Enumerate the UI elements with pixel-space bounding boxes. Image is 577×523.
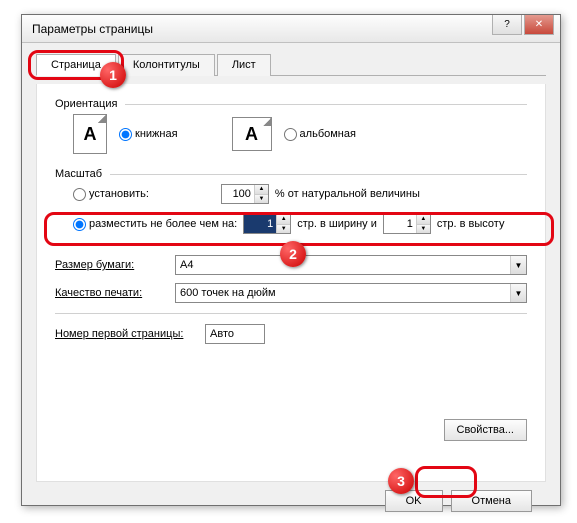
window-title: Параметры страницы — [32, 22, 492, 36]
chevron-down-icon[interactable]: ▼ — [510, 284, 526, 302]
fit-radio[interactable]: разместить не более чем на: — [73, 218, 237, 231]
first-page-label: Номер первой страницы: — [55, 328, 205, 340]
fit-height-spinner[interactable]: ▲▼ — [383, 214, 431, 234]
help-button[interactable]: ? — [492, 15, 522, 35]
tab-sheet[interactable]: Лист — [217, 54, 271, 76]
adjust-spinner[interactable]: ▲▼ — [221, 184, 269, 204]
properties-button[interactable]: Свойства... — [444, 419, 527, 441]
titlebar: Параметры страницы ? ✕ — [22, 15, 560, 43]
landscape-radio-input[interactable] — [284, 128, 297, 141]
landscape-radio[interactable]: альбомная — [284, 128, 356, 141]
tab-headers[interactable]: Колонтитулы — [118, 54, 215, 76]
adjust-suffix: % от натуральной величины — [275, 188, 420, 200]
spin-down-icon[interactable]: ▼ — [255, 195, 268, 204]
chevron-down-icon[interactable]: ▼ — [510, 256, 526, 274]
fit-mid-label: стр. в ширину и — [297, 218, 377, 230]
portrait-radio[interactable]: книжная — [119, 128, 178, 141]
tab-strip: Страница Колонтитулы Лист — [36, 53, 546, 76]
landscape-icon: A — [232, 117, 272, 151]
print-quality-select[interactable]: 600 точек на дюйм ▼ — [175, 283, 527, 303]
fit-width-input[interactable] — [244, 215, 276, 233]
cancel-button[interactable]: Отмена — [451, 490, 532, 512]
scale-group-label: Масштаб — [55, 168, 527, 180]
spin-up-icon[interactable]: ▲ — [255, 185, 268, 195]
print-quality-label: Качество печати: — [55, 287, 175, 299]
adjust-radio[interactable]: установить: — [73, 188, 149, 201]
ok-button[interactable]: OK — [385, 490, 443, 512]
tab-page[interactable]: Страница — [36, 54, 116, 76]
paper-size-label: Размер бумаги: — [55, 259, 175, 271]
portrait-icon: A — [73, 114, 107, 154]
spin-up-icon[interactable]: ▲ — [417, 215, 430, 225]
fit-height-input[interactable] — [384, 215, 416, 233]
adjust-radio-input[interactable] — [73, 188, 86, 201]
adjust-input[interactable] — [222, 185, 254, 203]
first-page-input[interactable] — [205, 324, 265, 344]
spin-up-icon[interactable]: ▲ — [277, 215, 290, 225]
spin-down-icon[interactable]: ▼ — [277, 225, 290, 234]
fit-radio-input[interactable] — [73, 218, 86, 231]
orientation-group-label: Ориентация — [55, 98, 527, 110]
fit-width-spinner[interactable]: ▲▼ — [243, 214, 291, 234]
portrait-radio-input[interactable] — [119, 128, 132, 141]
paper-size-select[interactable]: A4 ▼ — [175, 255, 527, 275]
fit-suffix: стр. в высоту — [437, 218, 505, 230]
spin-down-icon[interactable]: ▼ — [417, 225, 430, 234]
page-setup-dialog: Параметры страницы ? ✕ Страница Колонтит… — [21, 14, 561, 506]
close-button[interactable]: ✕ — [524, 15, 554, 35]
